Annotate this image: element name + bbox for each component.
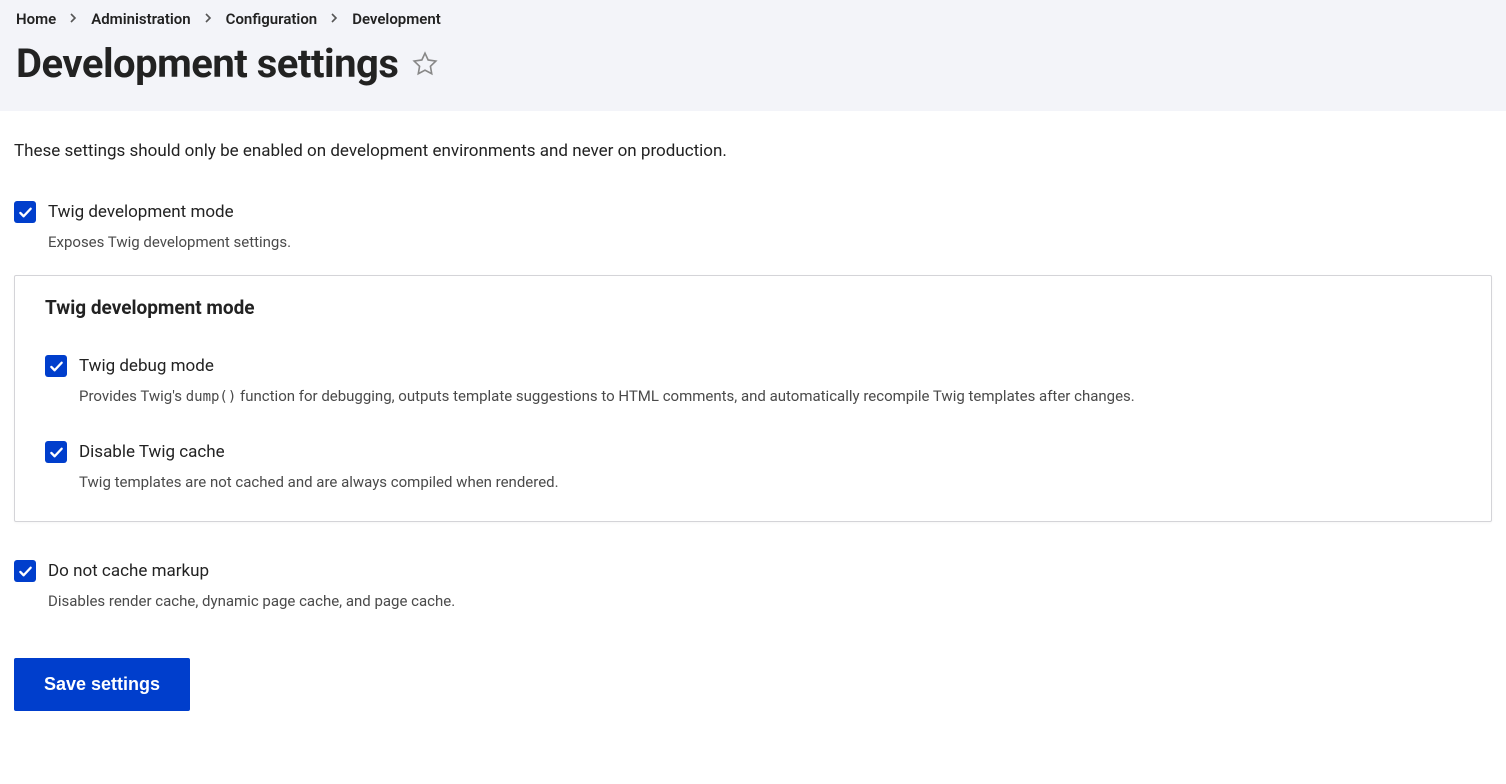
breadcrumb-home[interactable]: Home [16,10,56,28]
label-twig-dev-mode[interactable]: Twig development mode [48,202,234,222]
fieldset-twig-dev-mode: Twig development mode Twig debug mode Pr… [14,275,1492,522]
chevron-right-icon [205,12,212,26]
intro-text: These settings should only be enabled on… [14,141,1492,161]
form-item-disable-twig-cache: Disable Twig cache Twig templates are no… [45,441,1461,491]
form-item-no-cache-markup: Do not cache markup Disables render cach… [14,560,1492,610]
save-button[interactable]: Save settings [14,658,190,711]
checkbox-no-cache-markup[interactable] [14,560,36,582]
description-disable-twig-cache: Twig templates are not cached and are al… [79,473,1461,491]
description-no-cache-markup: Disables render cache, dynamic page cach… [48,592,1492,610]
desc-suffix: function for debugging, outputs template… [236,387,1134,405]
page-title-row: Development settings [16,40,1490,87]
desc-code: dump() [186,389,237,405]
breadcrumb-configuration[interactable]: Configuration [226,10,318,28]
label-no-cache-markup[interactable]: Do not cache markup [48,561,209,581]
description-twig-debug: Provides Twig's dump() function for debu… [79,387,1461,405]
form-item-twig-debug: Twig debug mode Provides Twig's dump() f… [45,355,1461,405]
breadcrumb: Home Administration Configuration Develo… [16,10,1490,28]
label-twig-debug[interactable]: Twig debug mode [79,356,214,376]
label-disable-twig-cache[interactable]: Disable Twig cache [79,442,225,462]
breadcrumb-development: Development [352,10,441,28]
page-title: Development settings [16,40,398,87]
breadcrumb-administration[interactable]: Administration [91,10,190,28]
content: These settings should only be enabled on… [0,111,1506,725]
checkbox-twig-debug[interactable] [45,355,67,377]
chevron-right-icon [70,12,77,26]
description-twig-dev-mode: Exposes Twig development settings. [48,233,1492,251]
desc-prefix: Provides Twig's [79,387,186,405]
star-icon[interactable] [412,51,438,77]
chevron-right-icon [331,12,338,26]
checkbox-twig-dev-mode[interactable] [14,201,36,223]
fieldset-legend: Twig development mode [45,296,1461,319]
checkbox-disable-twig-cache[interactable] [45,441,67,463]
header-region: Home Administration Configuration Develo… [0,0,1506,111]
form-item-twig-dev-mode: Twig development mode Exposes Twig devel… [14,201,1492,251]
